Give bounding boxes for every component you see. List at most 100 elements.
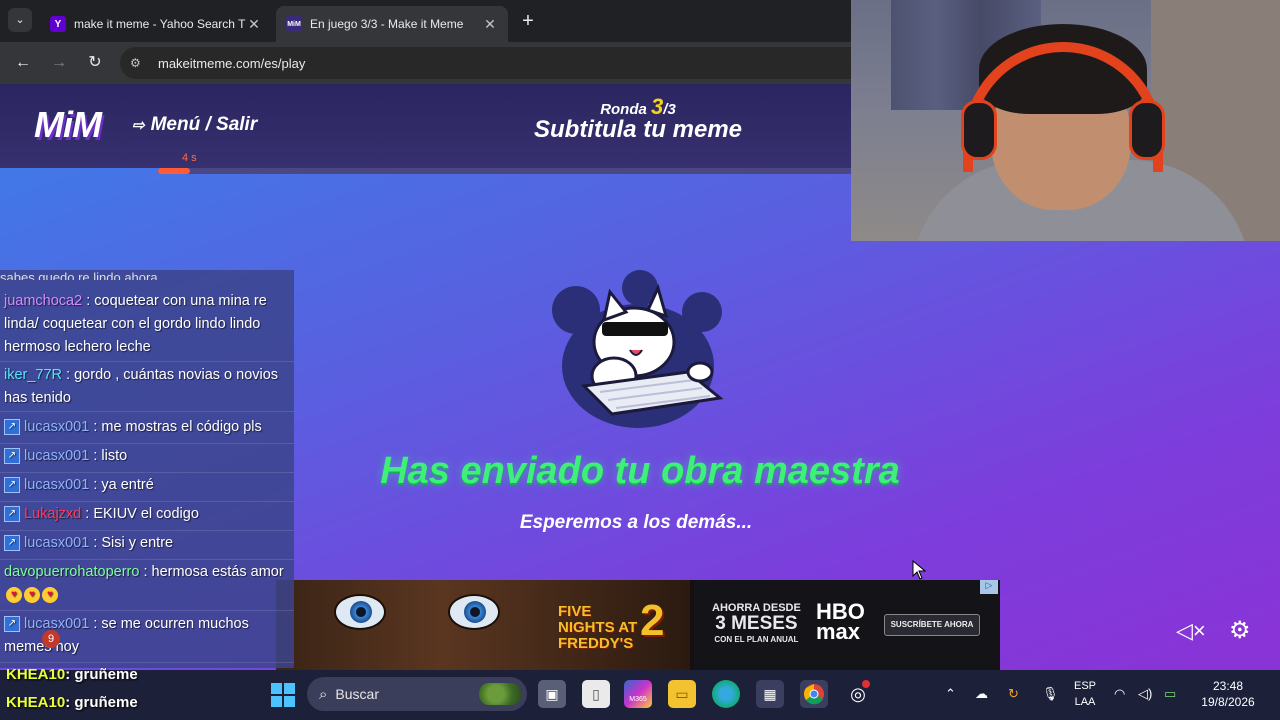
chat-username: lucasx001 [24,419,90,435]
hbo-offer: AHORRA DESDE 3 MESES CON EL PLAN ANUAL [712,602,801,646]
lang-top: ESP [1073,680,1096,692]
microsoft-store-icon[interactable]: ▦ [756,680,784,708]
chat-username: davopuerrohatoperro [4,564,140,580]
tab-search-chevron-icon[interactable]: ⌄ [8,8,32,32]
waiting-subtitle: Esperemos a los demás... [519,512,753,533]
wifi-icon[interactable]: ◠ [1114,686,1125,702]
tab-make-it-meme[interactable]: MiM En juego 3/3 - Make it Meme ✕ [276,6,508,42]
headset-earcup-right [1129,100,1165,160]
animatronic-eye-right [448,594,500,630]
overlay-username: KHEA10 [6,666,66,683]
cat-keyboard-icon [552,270,724,428]
chrome-icon[interactable] [800,680,828,708]
chat-clipped-message: sabes quedo re lindo ahora [0,270,158,280]
chat-message: ↗ lucasx001 : ya entré [0,474,294,502]
settings-gear-icon[interactable]: ⚙ [1229,616,1251,645]
task-view-icon[interactable]: ▣ [538,680,566,708]
subscribe-button[interactable]: SUSCRÍBETE AHORA [884,614,980,636]
fnaf-number: 2 [640,596,665,645]
search-label: Buscar [335,686,379,702]
notification-count-badge: 9 [42,630,60,648]
headset-earcup-left [961,100,997,160]
overlay-text: : gruñeme [65,666,138,683]
volume-icon[interactable]: ◁) [1138,686,1152,702]
chat-message: iker_77R : gordo , cuántas novias o novi… [0,364,294,412]
input-language[interactable]: ESP LAA [1070,678,1100,710]
chat-text: : ya entré [93,477,154,493]
stream-chat-overlay: sabes quedo re lindo ahora juamchoca2 : … [0,270,294,720]
overlay-chat-line: KHEA10: gruñeme [6,666,138,683]
tab-title: En juego 3/3 - Make it Meme [310,17,464,31]
taskbar-clock[interactable]: 23:48 19/8/2026 [1196,678,1260,710]
submitted-title: Has enviado tu obra maestra [380,450,900,492]
close-tab-icon[interactable]: ✕ [482,16,498,33]
subscriber-badge-icon: ↗ [4,506,20,523]
chat-text: : Sisi y entre [93,535,174,551]
tab-title: make it meme - Yahoo Search T [74,17,246,31]
round-title: Subtitula tu meme [533,116,743,143]
ad-banner[interactable]: FIVE NIGHTS AT FREDDY'S 2 AHORRA DESDE 3… [276,580,1000,670]
subscriber-badge-icon: ↗ [4,535,20,552]
forward-arrow-icon[interactable]: → [47,51,71,75]
edge-browser-icon[interactable] [712,680,740,708]
menu-exit-label: Menú / Salir [150,114,258,135]
chat-username: lucasx001 [24,448,90,464]
mim-favicon-icon: MiM [286,16,302,32]
sync-icon[interactable]: ↻ [1008,686,1019,702]
fnaf-ad[interactable]: FIVE NIGHTS AT FREDDY'S 2 [276,580,690,670]
heart-eyes-emoji-icon: ♥ [6,587,22,604]
mim-logo[interactable]: MiM [34,104,102,146]
offer-line-3: CON EL PLAN ANUAL [714,635,799,644]
back-arrow-icon[interactable]: ← [11,51,35,75]
taskbar-search-box[interactable]: ⌕ Buscar [307,677,527,711]
heart-eyes-emoji-icon: ♥ [24,587,40,604]
subscriber-badge-icon: ↗ [4,616,20,633]
fnaf-title: FIVE NIGHTS AT FREDDY'S [558,603,638,652]
new-tab-plus-icon[interactable]: + [516,10,540,34]
chat-message: ↗ lucasx001 : me mostras el código pls [0,416,294,444]
menu-exit-button[interactable]: ⇨ Menú / Salir [132,114,257,136]
webcam-feed [851,0,1280,241]
animatronic-eye-left [334,594,386,630]
timer-bar [158,168,858,174]
m365-label: M365 [629,696,647,703]
onedrive-cloud-icon[interactable]: ☁ [975,686,988,702]
chat-username: Lukajzxd [24,506,82,522]
m365-copilot-icon[interactable]: M365 [624,680,652,708]
clock-date: 19/8/2026 [1201,695,1255,709]
overlay-text: : gruñeme [65,694,138,711]
subscriber-badge-icon: ↗ [4,477,20,494]
chat-text: : EKIUV el codigo [85,506,199,522]
chat-text: : listo [93,448,128,464]
tray-overflow-chevron-icon[interactable]: ⌃ [945,686,956,702]
chat-username: iker_77R [4,367,63,383]
subscriber-badge-icon: ↗ [4,419,20,436]
chat-username: lucasx001 [24,535,90,551]
microphone-icon[interactable]: 🎙 [1042,686,1059,702]
reload-icon[interactable]: ↻ [83,51,107,75]
screen: ⌄ Y make it meme - Yahoo Search T ✕ MiM … [0,0,1280,720]
recording-dot-icon [862,680,870,688]
site-settings-icon[interactable]: ⚙ [130,56,150,70]
timer-bar-fill [158,168,191,174]
hbo-max-ad[interactable]: AHORRA DESDE 3 MESES CON EL PLAN ANUAL H… [694,580,1000,670]
clock-time: 23:48 [1212,679,1244,693]
lang-bottom: LAA [1074,696,1096,708]
windows-start-icon[interactable] [271,683,295,707]
file-explorer-icon[interactable]: ▭ [668,680,696,708]
chat-message: ↗ lucasx001 : Sisi y entre [0,532,294,560]
search-icon: ⌕ [319,685,328,703]
mute-icon[interactable]: ◁× [1176,618,1206,644]
file-icon[interactable]: ▯ [582,680,610,708]
search-highlight-image [479,683,521,705]
offer-line-2: 3 MESES [715,613,798,634]
battery-icon[interactable]: ▭ [1164,686,1176,702]
chat-text: : me mostras el código pls [93,419,262,435]
close-tab-icon[interactable]: ✕ [246,16,262,33]
chat-message: juamchoca2 : coquetear con una mina re l… [0,290,294,362]
adchoices-icon[interactable]: ▷ [980,580,998,594]
chat-username: juamchoca2 [4,293,83,309]
exit-icon: ⇨ [132,117,145,134]
tab-yahoo-search[interactable]: Y make it meme - Yahoo Search T ✕ [40,6,272,42]
timer-label: 4 s [182,152,197,164]
